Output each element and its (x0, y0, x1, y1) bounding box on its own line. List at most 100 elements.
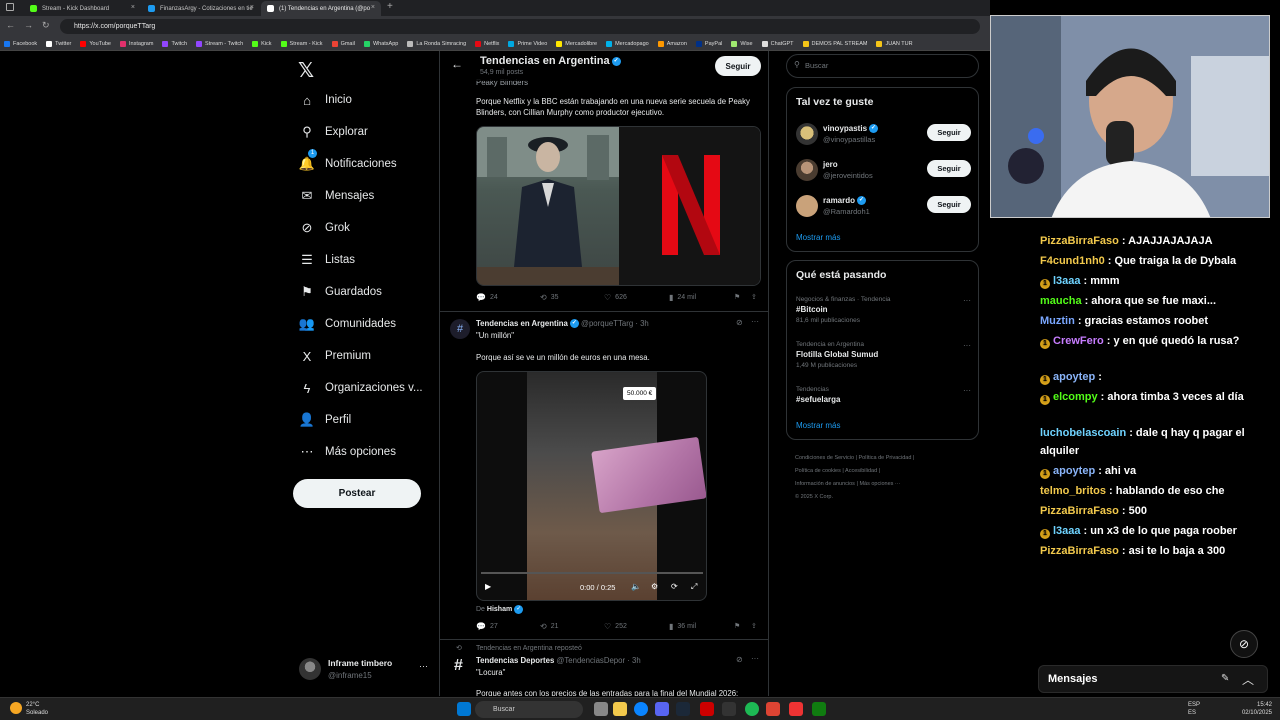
more-icon[interactable]: ··· (963, 386, 971, 395)
chat-username[interactable]: l3aaa (1053, 525, 1081, 537)
bookmark-item[interactable]: Amazon (657, 40, 687, 47)
reload-icon[interactable]: ↻ (42, 20, 50, 31)
close-tab-icon[interactable]: × (371, 4, 375, 11)
clock[interactable]: 15:42 02/10/2025 (1236, 701, 1272, 717)
sidebar-item-perfil[interactable]: 👤 Perfil (299, 407, 351, 433)
tab-kick-dashboard[interactable]: Stream - Kick Dashboard × (24, 1, 141, 16)
bookmark-icon[interactable]: ⚑ (734, 622, 740, 630)
fullscreen-icon[interactable]: ⤢ (691, 582, 697, 592)
bookmark-item[interactable]: Stream - Kick (280, 40, 323, 47)
grok-icon[interactable]: ⊘ (736, 318, 743, 327)
chat-username[interactable]: maucha (1040, 295, 1082, 307)
bookmark-item[interactable]: La Ronda Simracing (407, 40, 466, 47)
video-progress-bar[interactable] (481, 572, 703, 574)
trend-item[interactable]: Tendencias #sefuelarga ··· (796, 386, 971, 404)
tweet-image[interactable] (476, 126, 761, 286)
x-logo-icon[interactable]: 𝕏 (298, 58, 314, 82)
views-button[interactable]: ▮ 36 mil (669, 622, 696, 631)
sidebar-item-inicio[interactable]: ⌂ Inicio (299, 87, 352, 113)
steam-icon[interactable] (676, 702, 690, 716)
bookmark-item[interactable]: YouTube (80, 40, 111, 47)
show-more-link[interactable]: Mostrar más (796, 421, 840, 430)
footer-link[interactable]: Información de anuncios (795, 481, 855, 487)
hashtag-avatar-icon[interactable]: # (454, 657, 463, 675)
taskbar-search[interactable]: Buscar (475, 701, 583, 718)
follow-button[interactable]: Seguir (927, 160, 971, 177)
close-tab-icon[interactable]: × (131, 4, 135, 11)
chat-username[interactable]: Muztin (1040, 315, 1075, 327)
bookmark-item[interactable]: ChatGPT (761, 40, 794, 47)
app-icon[interactable] (789, 702, 803, 716)
bookmark-item[interactable]: Wise (731, 40, 753, 47)
back-arrow-icon[interactable]: ← (451, 57, 463, 71)
reply-button[interactable]: 💬 27 (476, 622, 498, 631)
bookmark-item[interactable]: Netflix (475, 40, 499, 47)
sidebar-item-mensajes[interactable]: ✉ Mensajes (299, 183, 375, 209)
tab-menu-icon[interactable] (6, 3, 14, 11)
chat-username[interactable]: apoytep (1053, 465, 1095, 477)
more-icon[interactable]: ··· (963, 341, 971, 350)
sidebar-item-explorar[interactable]: ⚲ Explorar (299, 119, 368, 145)
sidebar-item-organizaciones-v[interactable]: ϟ Organizaciones v... (299, 375, 423, 401)
bookmark-item[interactable]: Prime Video (508, 40, 547, 47)
weather-widget[interactable]: 22°C Soleado (10, 701, 48, 717)
tweet-author[interactable]: Tendencias en Argentina ✓ @porqueTTarg · … (476, 318, 649, 329)
follow-button[interactable]: Seguir (927, 124, 971, 141)
bookmark-item[interactable]: Twitch (162, 40, 187, 47)
language-indicator[interactable]: ESP ES (1188, 701, 1200, 717)
back-icon[interactable]: ← (6, 20, 15, 30)
sidebar-item-más-opciones[interactable]: ⋯ Más opciones (299, 439, 396, 465)
bookmark-item[interactable]: Mercadolibre (556, 40, 597, 47)
footer-link[interactable]: Política de Privacidad (859, 455, 912, 461)
avatar[interactable]: # (450, 319, 470, 339)
bookmark-item[interactable]: Twitter (46, 40, 71, 47)
reply-button[interactable]: 💬 24 (476, 293, 498, 302)
messages-drawer[interactable]: Mensajes ✎ ︿ (1038, 665, 1268, 693)
bookmark-item[interactable]: PayPal (695, 40, 722, 47)
xbox-icon[interactable] (812, 702, 826, 716)
more-icon[interactable]: ··· (751, 654, 759, 663)
more-icon[interactable]: ··· (751, 317, 759, 326)
trend-item[interactable]: Tendencia en Argentina Flotilla Global S… (796, 341, 971, 369)
suggestion-row[interactable]: vinoypastis ✓ @vinoypastillas Seguir (796, 121, 971, 147)
edge-icon[interactable] (634, 702, 648, 716)
chat-username[interactable]: CrewFero (1053, 335, 1104, 347)
footer-link[interactable]: Política de cookies (795, 468, 841, 474)
volume-icon[interactable]: 🔈 (631, 582, 641, 591)
like-button[interactable]: ♡ 252 (604, 622, 627, 631)
video-player[interactable]: 50.000 € ▶ 0:00 / 0:25 🔈 ⚙ ⟳ ⤢ (476, 371, 707, 601)
bookmark-item[interactable]: WhatsApp (363, 40, 398, 47)
chat-username[interactable]: apoytep (1053, 371, 1095, 383)
search-input[interactable]: Buscar (786, 54, 979, 78)
compose-message-icon[interactable]: ✎ (1221, 673, 1229, 684)
sidebar-item-notificaciones[interactable]: 🔔 1 Notificaciones (299, 149, 397, 177)
trend-item[interactable]: Negocios & finanzas · Tendencia #Bitcoin… (796, 296, 971, 324)
share-icon[interactable]: ⇪ (751, 293, 757, 301)
bookmark-item[interactable]: Stream - Twitch (196, 40, 243, 47)
repost-button[interactable]: ⟲ 35 (540, 293, 559, 302)
show-more-link[interactable]: Mostrar más (796, 233, 840, 242)
discord-icon[interactable] (655, 702, 669, 716)
chat-mode-icon[interactable]: ⊘ (1230, 630, 1258, 658)
sidebar-item-premium[interactable]: X Premium (299, 343, 371, 369)
bookmark-item[interactable]: Mercadopago (606, 40, 649, 47)
sidebar-item-comunidades[interactable]: 👥 Comunidades (299, 311, 396, 337)
bookmark-item[interactable]: Facebook (4, 40, 37, 47)
grok-icon[interactable]: ⊘ (736, 655, 743, 664)
bookmark-item[interactable]: JUAN TUR (876, 40, 913, 47)
bookmark-icon[interactable]: ⚑ (734, 293, 740, 301)
spotify-icon[interactable] (745, 702, 759, 716)
new-tab-icon[interactable]: + (387, 1, 393, 12)
tab-x-tendencias[interactable]: (1) Tendencias en Argentina (@po × (261, 1, 381, 16)
tweet-author[interactable]: Tendencias Deportes @TendenciasDepor · 3… (476, 655, 641, 666)
follow-button[interactable]: Seguir (715, 56, 761, 76)
chat-username[interactable]: l3aaa (1053, 275, 1081, 287)
chat-username[interactable]: luchobelascoain (1040, 427, 1126, 439)
play-icon[interactable]: ▶ (485, 582, 491, 591)
chat-username[interactable]: PizzaBirraFaso (1040, 505, 1119, 517)
suggestion-row[interactable]: jero @jeroveintidos Seguir (796, 157, 971, 183)
loop-icon[interactable]: ⟳ (671, 582, 678, 591)
close-tab-icon[interactable]: × (250, 4, 254, 11)
bookmark-item[interactable]: Gmail (331, 40, 355, 47)
chat-username[interactable]: F4cund1nh0 (1040, 255, 1105, 267)
